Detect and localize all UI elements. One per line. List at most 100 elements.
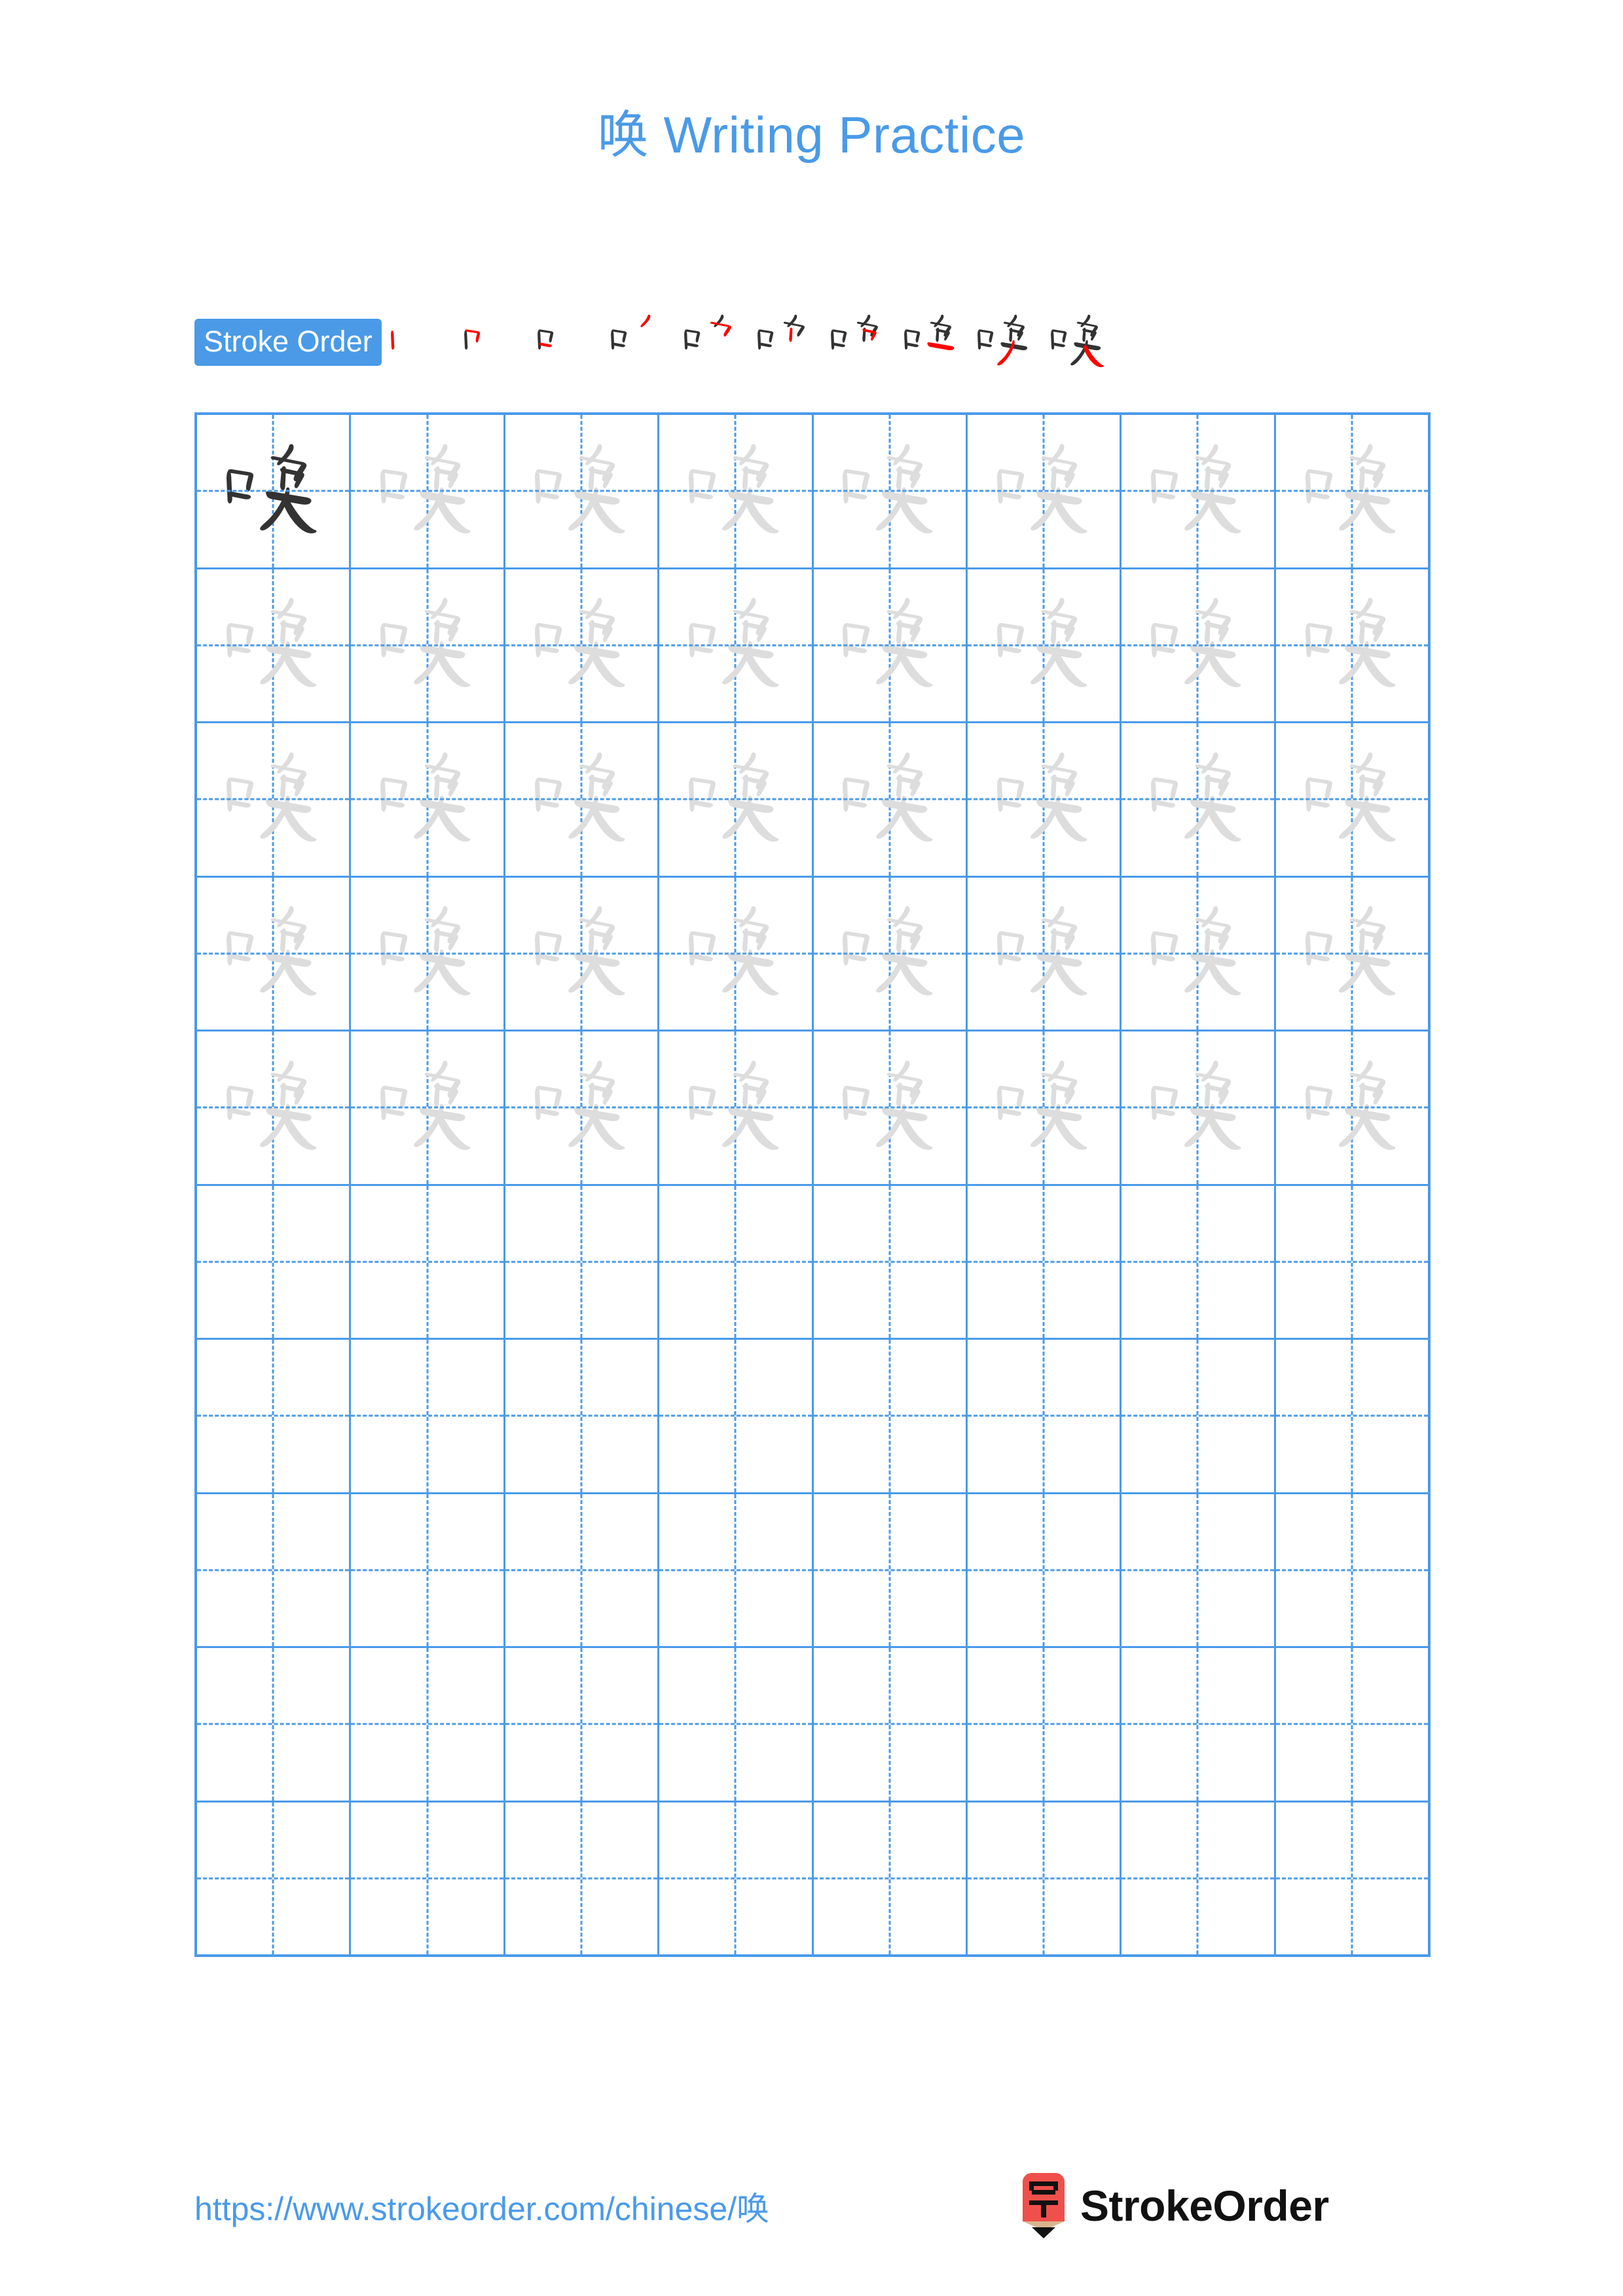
practice-cell-r5-c8[interactable] bbox=[1276, 1031, 1428, 1184]
trace-character bbox=[197, 878, 349, 1030]
trace-character bbox=[659, 723, 811, 876]
practice-cell-r8-c4[interactable] bbox=[659, 1494, 814, 1646]
practice-cell-r4-c3[interactable] bbox=[505, 877, 660, 1030]
practice-cell-r6-c7[interactable] bbox=[1122, 1185, 1276, 1338]
practice-cell-r7-c8[interactable] bbox=[1276, 1340, 1428, 1492]
footer-logo[interactable]: StrokeOrder bbox=[1020, 2172, 1329, 2240]
practice-cell-r4-c6[interactable] bbox=[968, 877, 1122, 1030]
practice-cell-r6-c6[interactable] bbox=[968, 1185, 1122, 1338]
practice-cell-r3-c7[interactable] bbox=[1122, 723, 1276, 876]
practice-cell-r7-c6[interactable] bbox=[968, 1340, 1122, 1492]
practice-cell-r6-c1[interactable] bbox=[197, 1185, 352, 1338]
practice-cell-r6-c3[interactable] bbox=[505, 1185, 660, 1338]
practice-cell-r10-c3[interactable] bbox=[505, 1802, 660, 1954]
practice-cell-r1-c4[interactable] bbox=[659, 415, 814, 567]
practice-cell-r9-c1[interactable] bbox=[197, 1648, 352, 1801]
practice-cell-r1-c3[interactable] bbox=[505, 415, 660, 567]
practice-cell-r1-c2[interactable] bbox=[351, 415, 505, 567]
practice-cell-r2-c6[interactable] bbox=[968, 569, 1122, 722]
practice-cell-r3-c2[interactable] bbox=[351, 723, 505, 876]
practice-cell-r2-c8[interactable] bbox=[1276, 569, 1428, 722]
practice-cell-r7-c3[interactable] bbox=[505, 1340, 660, 1492]
practice-cell-r10-c5[interactable] bbox=[814, 1802, 968, 1954]
practice-grid-row bbox=[197, 569, 1428, 723]
practice-cell-r7-c1[interactable] bbox=[197, 1340, 352, 1492]
trace-character bbox=[351, 1031, 503, 1184]
practice-cell-r9-c7[interactable] bbox=[1122, 1648, 1276, 1801]
practice-cell-r5-c3[interactable] bbox=[505, 1031, 660, 1184]
practice-cell-r7-c4[interactable] bbox=[659, 1340, 814, 1492]
practice-cell-r6-c5[interactable] bbox=[814, 1185, 968, 1338]
practice-cell-r3-c3[interactable] bbox=[505, 723, 660, 876]
practice-cell-r10-c6[interactable] bbox=[968, 1802, 1122, 1954]
practice-cell-r8-c6[interactable] bbox=[968, 1494, 1122, 1646]
practice-grid-row bbox=[197, 1031, 1428, 1186]
practice-cell-r7-c2[interactable] bbox=[351, 1340, 505, 1492]
practice-cell-r5-c7[interactable] bbox=[1122, 1031, 1276, 1184]
practice-cell-r3-c8[interactable] bbox=[1276, 723, 1428, 876]
practice-cell-r4-c8[interactable] bbox=[1276, 878, 1428, 1030]
practice-cell-r6-c4[interactable] bbox=[659, 1185, 814, 1338]
trace-character bbox=[505, 723, 657, 876]
practice-cell-r1-c5[interactable] bbox=[814, 415, 968, 567]
practice-cell-r1-c7[interactable] bbox=[1122, 415, 1276, 567]
practice-cell-r3-c1[interactable] bbox=[197, 723, 352, 876]
practice-cell-r6-c2[interactable] bbox=[351, 1185, 505, 1338]
trace-character bbox=[1276, 569, 1428, 722]
practice-cell-r4-c1[interactable] bbox=[197, 877, 352, 1030]
practice-cell-r9-c6[interactable] bbox=[968, 1648, 1122, 1801]
practice-cell-r7-c7[interactable] bbox=[1122, 1340, 1276, 1492]
practice-cell-r7-c5[interactable] bbox=[814, 1340, 968, 1492]
footer-url-link[interactable]: https://www.strokeorder.com/chinese/唤 bbox=[194, 2183, 769, 2230]
trace-character bbox=[968, 569, 1120, 722]
practice-cell-r3-c4[interactable] bbox=[659, 723, 814, 876]
practice-cell-r5-c4[interactable] bbox=[659, 1031, 814, 1184]
practice-cell-r2-c5[interactable] bbox=[814, 569, 968, 722]
practice-cell-r2-c7[interactable] bbox=[1122, 569, 1276, 721]
practice-cell-r1-c6[interactable] bbox=[968, 415, 1122, 567]
practice-cell-r3-c5[interactable] bbox=[814, 723, 968, 876]
practice-cell-r2-c1[interactable] bbox=[197, 569, 352, 721]
practice-cell-r1-c8[interactable] bbox=[1276, 415, 1428, 567]
practice-cell-r5-c1[interactable] bbox=[197, 1031, 352, 1184]
practice-cell-r1-c1[interactable] bbox=[197, 415, 352, 567]
practice-cell-r4-c5[interactable] bbox=[814, 877, 968, 1030]
practice-cell-r5-c2[interactable] bbox=[351, 1031, 505, 1184]
practice-cell-r8-c3[interactable] bbox=[505, 1494, 660, 1646]
practice-cell-r10-c2[interactable] bbox=[351, 1802, 505, 1954]
practice-cell-r9-c2[interactable] bbox=[351, 1648, 505, 1801]
practice-cell-r8-c5[interactable] bbox=[814, 1494, 968, 1646]
trace-character bbox=[1276, 878, 1428, 1030]
practice-cell-r8-c7[interactable] bbox=[1122, 1494, 1276, 1646]
practice-cell-r9-c3[interactable] bbox=[505, 1648, 660, 1801]
practice-cell-r9-c4[interactable] bbox=[659, 1648, 814, 1801]
practice-cell-r4-c7[interactable] bbox=[1122, 877, 1276, 1030]
practice-cell-r4-c4[interactable] bbox=[659, 877, 814, 1030]
trace-character bbox=[351, 878, 503, 1030]
practice-cell-r10-c1[interactable] bbox=[197, 1802, 352, 1954]
practice-cell-r3-c6[interactable] bbox=[968, 723, 1122, 876]
practice-cell-r5-c5[interactable] bbox=[814, 1031, 968, 1184]
practice-cell-r10-c8[interactable] bbox=[1276, 1803, 1428, 1955]
practice-cell-r2-c4[interactable] bbox=[659, 569, 814, 721]
trace-character bbox=[197, 723, 349, 876]
practice-cell-r6-c8[interactable] bbox=[1276, 1186, 1428, 1338]
practice-cell-r8-c1[interactable] bbox=[197, 1494, 352, 1646]
practice-cell-r2-c2[interactable] bbox=[351, 569, 505, 722]
trace-character bbox=[351, 569, 503, 722]
practice-cell-r10-c4[interactable] bbox=[659, 1802, 814, 1954]
practice-cell-r5-c6[interactable] bbox=[968, 1031, 1122, 1184]
practice-cell-r8-c8[interactable] bbox=[1276, 1494, 1428, 1647]
stroke-step-4 bbox=[602, 306, 675, 379]
practice-cell-r4-c2[interactable] bbox=[351, 877, 505, 1030]
stroke-order-badge: Stroke Order bbox=[194, 318, 382, 366]
practice-grid-row bbox=[197, 1494, 1428, 1648]
practice-cell-r10-c7[interactable] bbox=[1122, 1802, 1276, 1954]
trace-character bbox=[814, 723, 966, 876]
practice-cell-r9-c8[interactable] bbox=[1276, 1648, 1428, 1801]
page-title-character: 唤 bbox=[597, 106, 649, 165]
trace-character bbox=[814, 569, 966, 722]
practice-cell-r2-c3[interactable] bbox=[505, 569, 660, 721]
practice-cell-r9-c5[interactable] bbox=[814, 1648, 968, 1801]
practice-cell-r8-c2[interactable] bbox=[351, 1494, 505, 1646]
